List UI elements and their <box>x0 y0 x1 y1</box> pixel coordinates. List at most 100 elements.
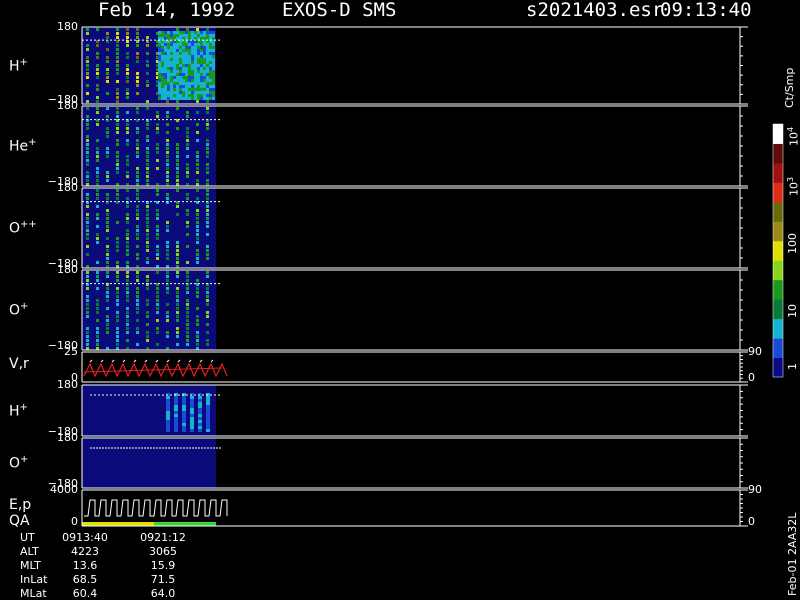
spec-cell <box>136 139 139 142</box>
spec-cell <box>86 205 89 208</box>
spec-cell <box>96 311 99 314</box>
spec-cell <box>191 70 194 73</box>
spec-cell <box>106 315 109 318</box>
spec-cell <box>146 213 149 216</box>
spec-cell <box>176 91 179 94</box>
spec-cell <box>167 34 170 37</box>
spec-cell <box>156 213 159 216</box>
spec-cell <box>185 70 188 73</box>
spec-cell <box>156 127 159 130</box>
spec-cell <box>126 68 129 71</box>
spec-cell <box>86 139 89 142</box>
spec-cell <box>190 414 194 417</box>
spec-cell <box>182 91 185 94</box>
spec-cell <box>173 31 176 34</box>
spec-cell <box>186 171 189 174</box>
spec-cell <box>182 426 186 429</box>
spec-cell <box>179 55 182 58</box>
spec-cell <box>126 253 129 256</box>
spec-cell <box>198 399 202 402</box>
spec-cell <box>209 82 212 85</box>
spec-cell <box>136 167 139 170</box>
panel-label-sup: ++ <box>20 219 37 230</box>
spec-cell <box>136 28 139 31</box>
spec-cell <box>106 107 109 110</box>
spec-cell <box>212 55 215 58</box>
spec-cell <box>209 46 212 49</box>
spec-cell <box>176 205 179 208</box>
panel-label: O+ <box>9 453 28 471</box>
spec-cell <box>206 303 209 306</box>
spec-cell <box>161 67 164 70</box>
spec-cell <box>167 55 170 58</box>
spec-cell <box>198 420 202 423</box>
spec-cell <box>196 237 199 240</box>
spec-cell <box>206 197 209 200</box>
spec-cell <box>164 64 167 67</box>
spec-cell <box>86 107 89 110</box>
spec-cell <box>96 84 99 87</box>
spec-cell <box>209 79 212 82</box>
spec-cell <box>186 225 189 228</box>
spec-cell <box>166 396 170 399</box>
spec-cell <box>86 213 89 216</box>
spec-cell <box>86 44 89 47</box>
spec-cell <box>96 331 99 334</box>
spec-cell <box>166 414 170 417</box>
spec-cell <box>212 97 215 100</box>
orbit-row-label: InLat <box>20 573 48 586</box>
spec-cell <box>106 32 109 35</box>
spec-cell <box>188 91 191 94</box>
spec-cell <box>126 159 129 162</box>
spec-cell <box>196 225 199 228</box>
spec-cell <box>167 97 170 100</box>
spec-cell <box>182 52 185 55</box>
spec-cell <box>126 327 129 330</box>
spec-cell <box>179 49 182 52</box>
spec-cell <box>206 151 209 154</box>
spec-cell <box>146 339 149 342</box>
spec-cell <box>86 335 89 338</box>
spec-cell <box>170 46 173 49</box>
spec-cell <box>86 92 89 95</box>
spec-cell <box>146 139 149 142</box>
spec-cell <box>196 28 199 31</box>
spec-cell <box>203 70 206 73</box>
panel-2 <box>81 105 748 187</box>
spec-cell <box>164 43 167 46</box>
colorbar-tick-base: 1 <box>786 363 799 370</box>
spec-cell <box>200 73 203 76</box>
spec-cell <box>188 97 191 100</box>
spec-cell <box>176 82 179 85</box>
spec-cell <box>156 123 159 126</box>
spec-cell <box>200 85 203 88</box>
panel-label-sup: + <box>19 401 28 413</box>
spec-cell <box>96 123 99 126</box>
spec-cell <box>206 414 210 417</box>
header-mission: EXOS-D SMS <box>282 0 397 21</box>
spec-cell <box>206 171 209 174</box>
spec-cell <box>197 85 200 88</box>
spec-cell <box>185 52 188 55</box>
spec-cell <box>191 82 194 85</box>
spec-cell <box>194 94 197 97</box>
spec-cell <box>156 167 159 170</box>
spec-cell <box>206 221 209 224</box>
spec-cell <box>136 257 139 260</box>
spec-cell <box>186 315 189 318</box>
spec-cell <box>106 307 109 310</box>
spec-cell <box>166 245 169 248</box>
spec-cell <box>200 49 203 52</box>
spec-cell <box>179 67 182 70</box>
spec-cell <box>116 163 119 166</box>
spec-cell <box>206 205 209 208</box>
spec-cell <box>174 429 178 432</box>
spec-cell <box>116 28 119 31</box>
spec-cell <box>106 287 109 290</box>
spec-cell <box>170 85 173 88</box>
spec-cell <box>186 275 189 278</box>
spec-cell <box>156 311 159 314</box>
spec-cell <box>197 73 200 76</box>
spec-cell <box>116 155 119 158</box>
spec-cell <box>182 411 186 414</box>
